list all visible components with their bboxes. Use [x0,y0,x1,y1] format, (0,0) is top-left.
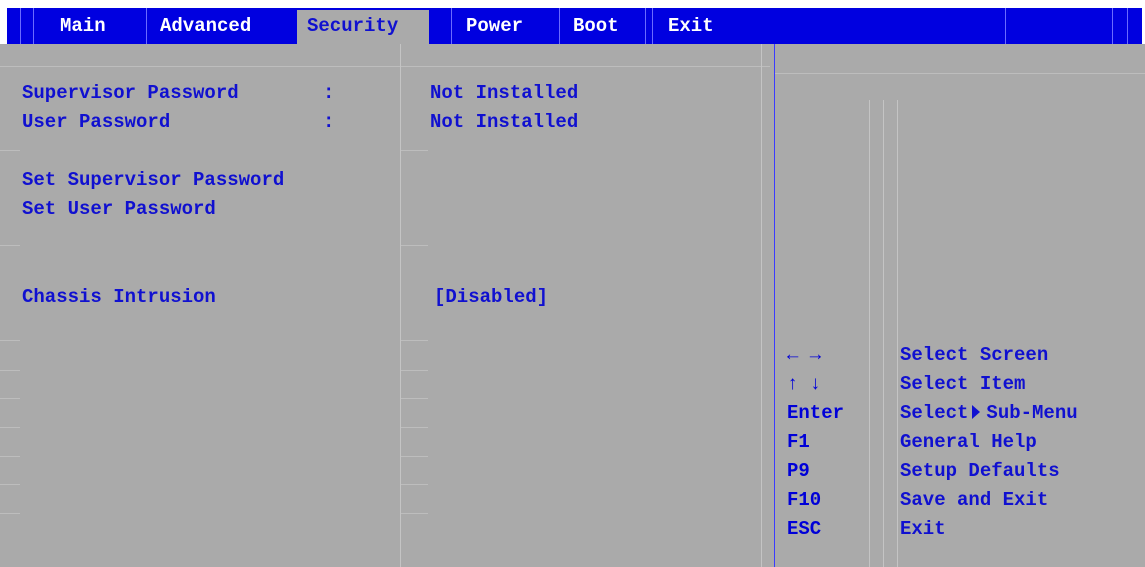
grid-line [400,513,428,514]
column-divider [761,44,762,567]
grid-line [400,484,428,485]
user-password-status: Not Installed [430,111,579,133]
help-desc-setup-defaults: Setup Defaults [900,460,1060,482]
tab-boot[interactable]: Boot [563,8,643,44]
tab-separator [1127,8,1128,44]
help-desc-select-submenu: Select Sub-Menu [900,399,1078,427]
chassis-intrusion-label[interactable]: Chassis Intrusion [22,283,216,311]
grid-line [0,484,20,485]
grid-line [400,427,428,428]
supervisor-password-colon: : [323,82,335,104]
right-triangle-icon [972,405,981,419]
help-desc-select-screen: Select Screen [900,344,1049,366]
help-key-esc: ESC [787,518,822,540]
grid-line [400,340,428,341]
help-key-enter: Enter [787,402,845,424]
left-right-arrows-icon: ← → [787,344,822,366]
help-column-divider [869,100,870,567]
tab-separator [1112,8,1113,44]
tab-separator [33,8,34,44]
grid-line [0,245,20,246]
help-desc-exit: Exit [900,518,946,540]
chassis-intrusion-value[interactable]: [Disabled] [434,283,548,311]
set-user-password-item[interactable]: Set User Password [22,195,216,223]
help-desc-submenu-word: Sub-Menu [986,402,1078,424]
tab-separator [645,8,646,44]
grid-line [400,398,428,399]
grid-line [0,513,20,514]
tab-separator [1005,8,1006,44]
help-key-f10: F10 [787,489,822,511]
grid-line [0,398,20,399]
grid-line [400,370,428,371]
grid-line [400,456,428,457]
help-desc-general-help: General Help [900,431,1037,453]
grid-line [0,427,20,428]
grid-line [0,150,20,151]
help-desc-select-item: Select Item [900,373,1026,395]
help-desc-save-and-exit: Save and Exit [900,489,1049,511]
tab-separator [20,8,21,44]
grid-line [0,370,20,371]
tab-main[interactable]: Main [50,8,146,44]
help-key-f1: F1 [787,431,810,453]
user-password-label: User Password [22,111,171,133]
set-supervisor-password-item[interactable]: Set Supervisor Password [22,166,284,194]
grid-line [0,340,20,341]
tab-separator [652,8,653,44]
user-password-colon: : [323,111,335,133]
tab-separator [146,8,147,44]
up-down-arrows-icon: ↑ ↓ [787,373,822,395]
grid-line [400,150,428,151]
supervisor-password-status: Not Installed [430,82,579,104]
help-panel-border [774,44,775,567]
tab-separator [559,8,560,44]
tab-advanced[interactable]: Advanced [150,8,290,44]
help-column-divider [883,100,884,567]
tab-power[interactable]: Power [456,8,558,44]
menu-bar: Main Advanced Security Power Boot Exit [0,0,1145,44]
bios-setup-screen: Main Advanced Security Power Boot Exit S… [0,0,1145,567]
supervisor-password-label: Supervisor Password [22,82,239,104]
tab-security[interactable]: Security [297,10,429,44]
grid-line [0,456,20,457]
grid-line [775,73,1145,74]
help-column-divider [897,100,898,567]
column-divider [400,44,401,567]
tab-exit[interactable]: Exit [658,8,748,44]
help-desc-select-word: Select [900,402,969,424]
tab-separator [451,8,452,44]
help-key-p9: P9 [787,460,810,482]
grid-line [0,66,770,67]
grid-line [400,245,428,246]
